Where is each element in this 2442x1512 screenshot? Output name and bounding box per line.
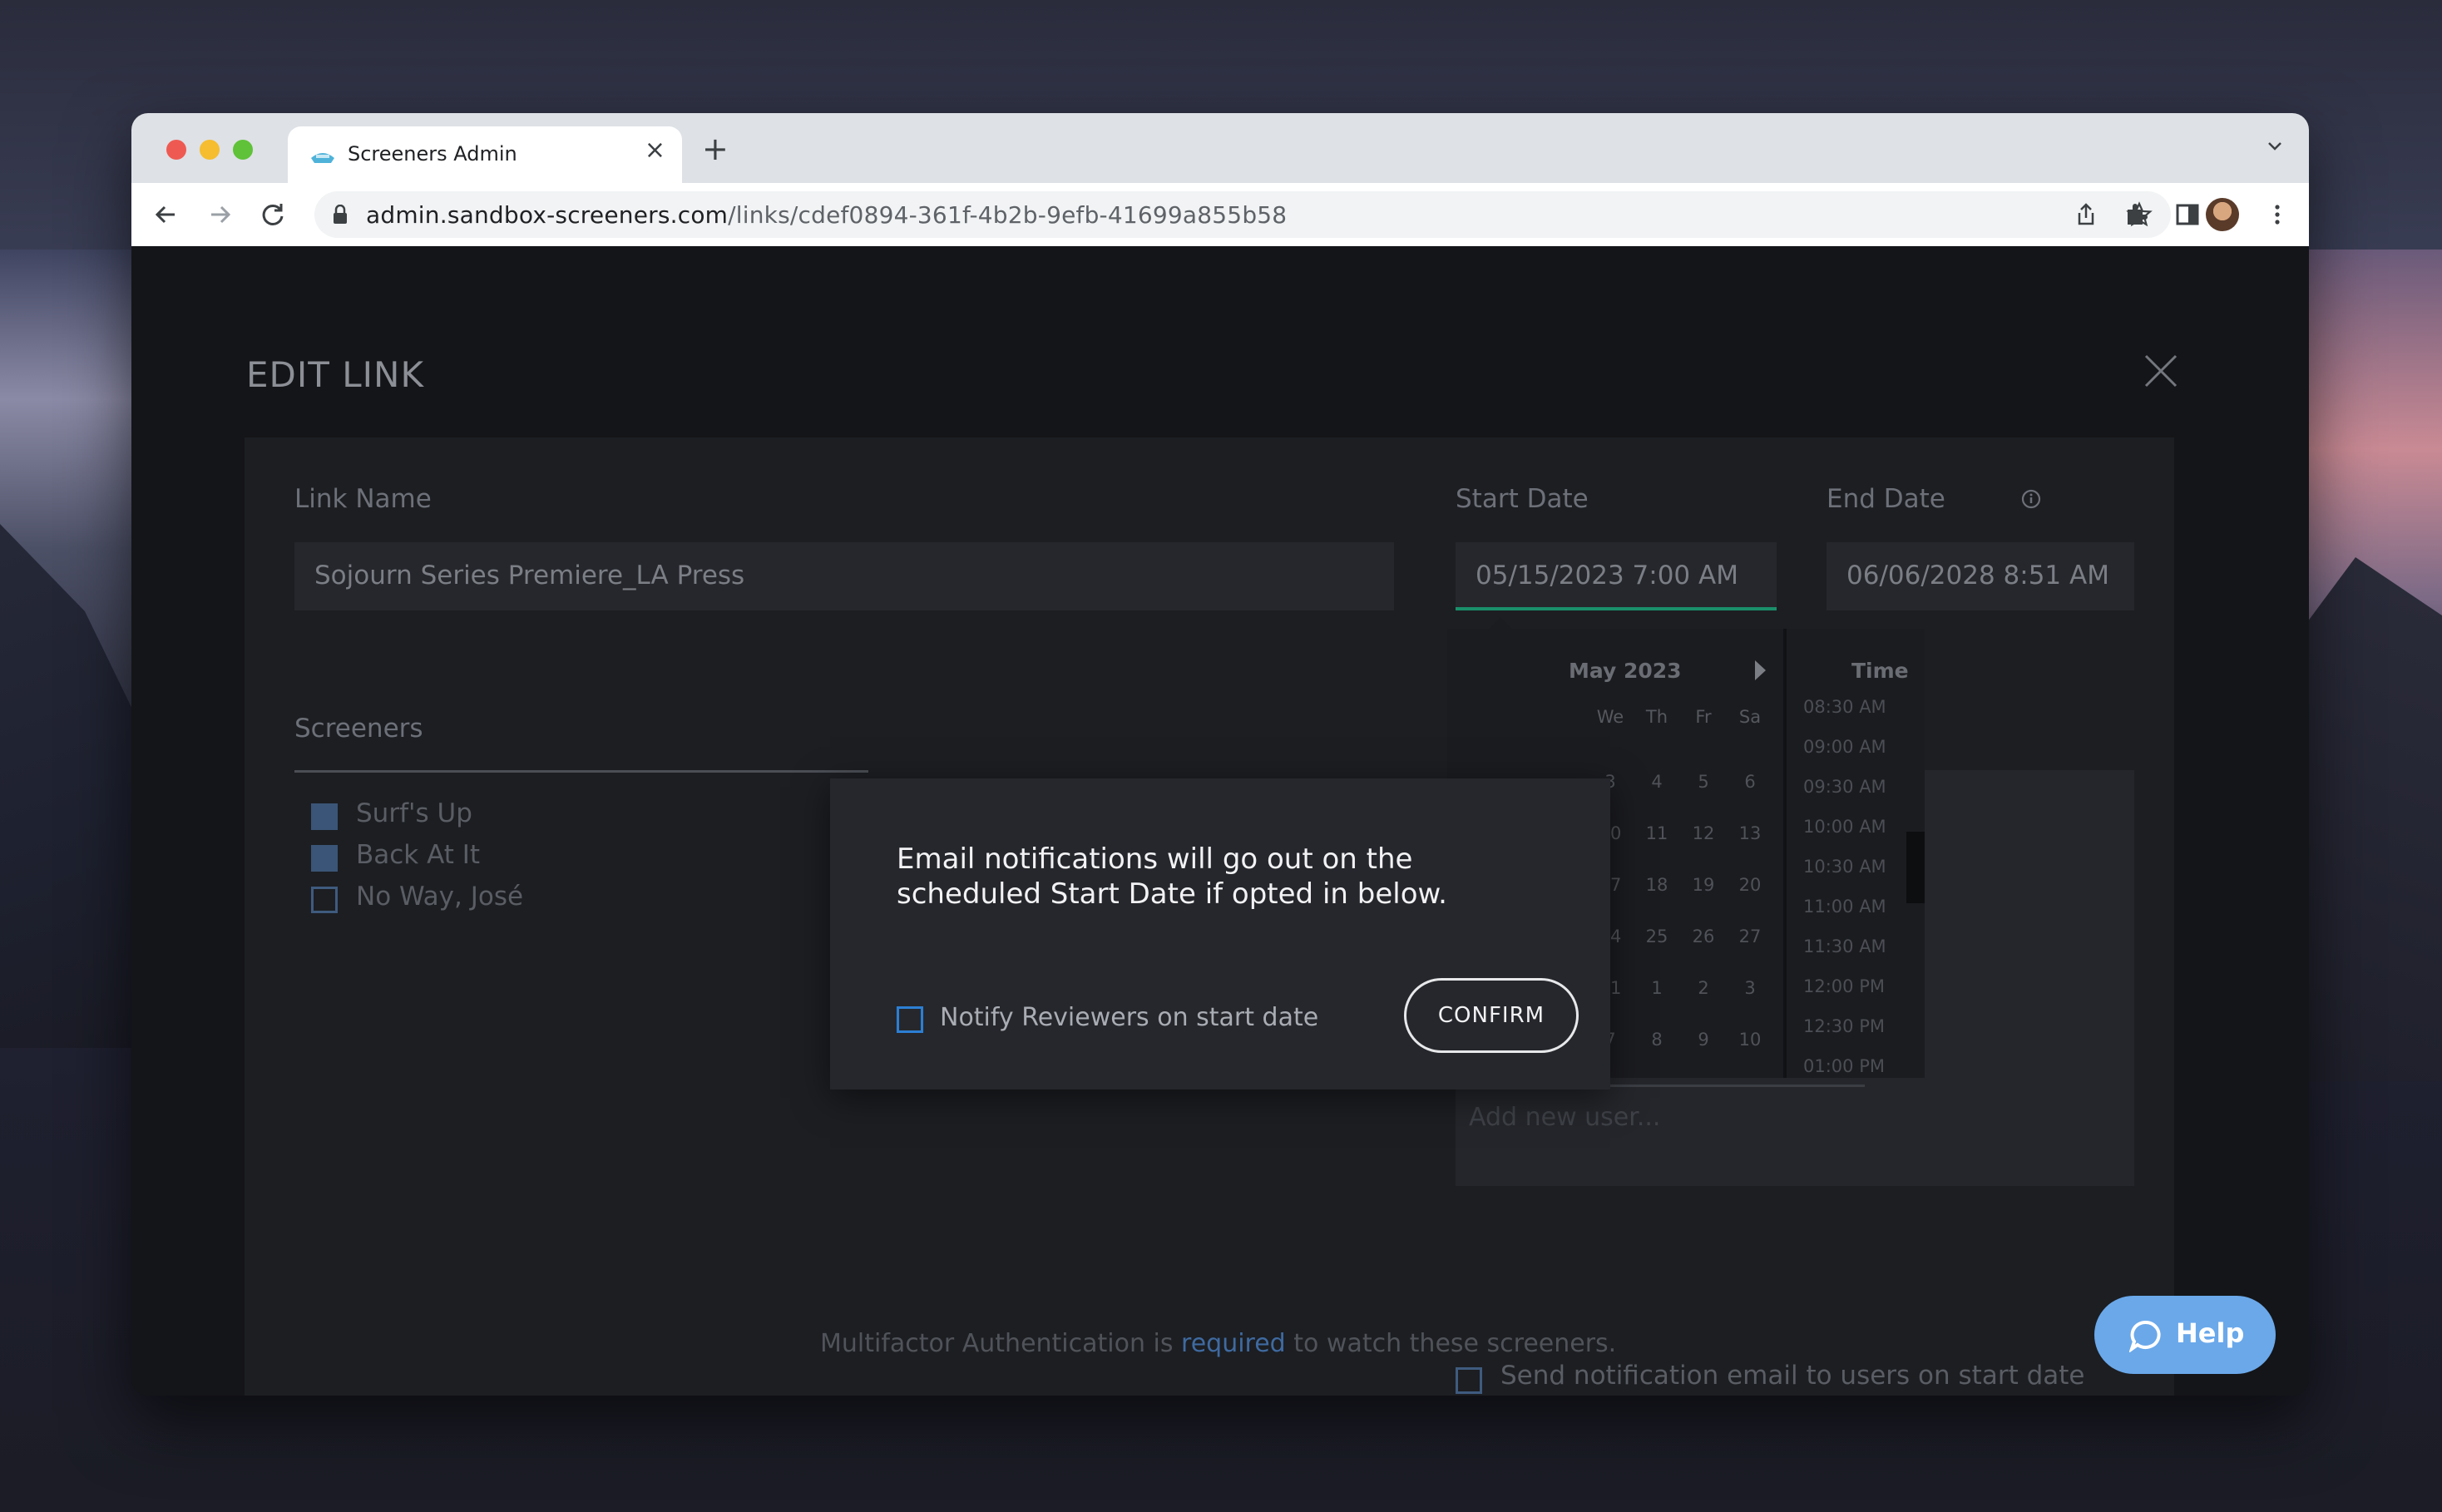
minimize-window-button[interactable] [200, 140, 220, 160]
calendar-day[interactable]: 4 [1634, 772, 1680, 792]
weekday-header: We [1596, 707, 1624, 727]
calendar-day[interactable]: 27 [1727, 926, 1773, 946]
calendar-day[interactable]: 19 [1680, 875, 1727, 895]
calendar-day[interactable]: 2 [1680, 978, 1727, 998]
calendar-day[interactable]: 8 [1634, 1030, 1680, 1050]
maximize-window-button[interactable] [233, 140, 253, 160]
info-icon[interactable] [2021, 489, 2041, 509]
close-window-button[interactable] [166, 140, 186, 160]
time-option[interactable]: 11:00 AM [1803, 897, 1886, 917]
new-tab-icon[interactable]: + [702, 133, 729, 165]
calendar-day[interactable]: 26 [1680, 926, 1727, 946]
screener-label: No Way, José [356, 882, 524, 912]
page-content: EDIT LINK Link Name Sojourn Series Premi… [131, 246, 2309, 1396]
calendar-day[interactable]: 12 [1680, 823, 1727, 843]
screeners-divider [294, 770, 868, 773]
next-month-arrow-icon[interactable] [1755, 660, 1766, 680]
help-button[interactable]: Help [2094, 1296, 2276, 1374]
date-picker-pointer [1489, 617, 1512, 629]
time-separator [1783, 629, 1787, 1078]
reload-icon[interactable] [258, 200, 288, 230]
lock-icon [334, 205, 347, 224]
profile-avatar[interactable] [2206, 198, 2239, 231]
calendar-day[interactable]: 6 [1727, 772, 1773, 792]
screener-label: Surf's Up [356, 798, 472, 828]
weekday-header: Th [1645, 707, 1668, 727]
start-date-label: Start Date [1456, 484, 1589, 514]
calendar-day[interactable]: 11 [1634, 823, 1680, 843]
calendar-day[interactable]: 18 [1634, 875, 1680, 895]
chevron-down-icon[interactable] [2266, 136, 2284, 155]
time-option[interactable]: 10:30 AM [1803, 857, 1886, 877]
address-bar[interactable]: admin.sandbox-screeners.com/links/cdef08… [314, 191, 2171, 238]
side-panel-icon[interactable] [2174, 201, 2201, 228]
link-name-label: Link Name [294, 484, 432, 514]
time-option[interactable]: 09:30 AM [1803, 777, 1886, 797]
help-label: Help [2176, 1317, 2245, 1349]
close-icon[interactable] [2143, 353, 2179, 389]
url-text: admin.sandbox-screeners.com/links/cdef08… [366, 201, 1288, 229]
send-notification-label: Send notification email to users on star… [1500, 1361, 2085, 1391]
browser-tab[interactable]: Screeners Admin × [288, 126, 682, 185]
end-date-field[interactable]: 06/06/2028 8:51 AM [1827, 542, 2134, 610]
calendar-day[interactable]: 3 [1727, 978, 1773, 998]
calendar-month-label: May 2023 [1569, 659, 1682, 683]
screeners-label: Screeners [294, 714, 423, 744]
link-name-field[interactable]: Sojourn Series Premiere_LA Press [294, 542, 1394, 610]
add-user-input[interactable]: Add new user... [1469, 1103, 1660, 1132]
end-date-label: End Date [1827, 484, 1945, 514]
start-date-field[interactable]: 05/15/2023 7:00 AM [1456, 542, 1777, 610]
share-icon[interactable] [2073, 201, 2099, 228]
notify-reviewers-checkbox[interactable] [897, 1006, 923, 1033]
time-option[interactable]: 10:00 AM [1803, 817, 1886, 837]
confirm-button[interactable]: CONFIRM [1404, 978, 1579, 1053]
weekday-header: Fr [1695, 707, 1712, 727]
page-title: EDIT LINK [246, 354, 425, 395]
calendar-day[interactable]: 20 [1727, 875, 1773, 895]
calendar-day[interactable]: 25 [1634, 926, 1680, 946]
extensions-puzzle-icon[interactable] [2123, 201, 2149, 228]
calendar-day[interactable]: 9 [1680, 1030, 1727, 1050]
screener-checkbox-back-at-it[interactable] [311, 845, 338, 872]
mfa-notice: Multifactor Authentication is required t… [820, 1329, 1617, 1358]
weekday-header: Sa [1738, 707, 1762, 727]
time-option[interactable]: 12:30 PM [1803, 1016, 1885, 1036]
screener-checkbox-no-way-jose[interactable] [311, 887, 338, 913]
time-option[interactable]: 01:00 PM [1803, 1056, 1885, 1073]
time-header: Time [1851, 659, 1909, 683]
back-arrow-icon[interactable] [151, 200, 181, 230]
screener-checkbox-surfs-up[interactable] [311, 803, 338, 830]
time-option[interactable]: 12:00 PM [1803, 976, 1885, 996]
calendar-day[interactable]: 1 [1634, 978, 1680, 998]
time-option[interactable]: 08:30 AM [1803, 697, 1886, 717]
chat-bubble-icon [2129, 1320, 2161, 1352]
modal-message: Email notifications will go out on the s… [897, 842, 1447, 911]
forward-arrow-icon[interactable] [205, 200, 235, 230]
more-menu-icon[interactable] [2264, 201, 2291, 228]
send-notification-checkbox[interactable] [1456, 1367, 1482, 1394]
notification-modal: Email notifications will go out on the s… [830, 778, 1610, 1090]
calendar-day[interactable]: 5 [1680, 772, 1727, 792]
screener-label: Back At It [356, 840, 481, 870]
browser-window: Screeners Admin × + admin.sandbox-screen… [131, 113, 2309, 1396]
time-scrollbar[interactable] [1906, 832, 1925, 903]
browser-toolbar: admin.sandbox-screeners.com/links/cdef08… [131, 183, 2309, 246]
tab-title: Screeners Admin [348, 142, 517, 166]
notify-reviewers-label: Notify Reviewers on start date [940, 1003, 1319, 1032]
screeners-favicon-icon [311, 153, 334, 163]
calendar-day[interactable]: 13 [1727, 823, 1773, 843]
mfa-required-link[interactable]: required [1181, 1329, 1286, 1358]
time-option[interactable]: 11:30 AM [1803, 936, 1886, 956]
time-option[interactable]: 09:00 AM [1803, 737, 1886, 757]
tab-strip: Screeners Admin × + [131, 113, 2309, 185]
calendar-day[interactable]: 10 [1727, 1030, 1773, 1050]
tab-close-icon[interactable]: × [645, 138, 665, 163]
